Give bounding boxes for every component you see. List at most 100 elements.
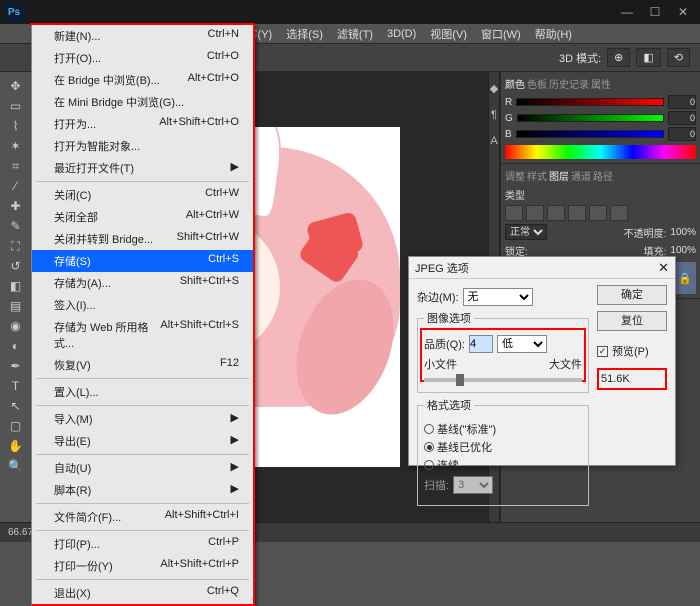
- collapsed-icon-1[interactable]: ◆: [490, 82, 498, 95]
- file-menu-item[interactable]: 存储为 Web 所用格式...Alt+Shift+Ctrl+S: [32, 316, 253, 354]
- dialog-close-button[interactable]: ✕: [658, 260, 669, 276]
- adj-6[interactable]: [610, 205, 628, 221]
- blur-tool[interactable]: ◉: [4, 316, 28, 336]
- close-button[interactable]: ✕: [670, 3, 696, 21]
- options-3d-btn3[interactable]: ⟲: [667, 48, 690, 67]
- shape-tool[interactable]: ▢: [4, 416, 28, 436]
- tab-swatches[interactable]: 色板: [527, 76, 547, 91]
- preview-checkbox[interactable]: ✓: [597, 346, 608, 357]
- adj-3[interactable]: [547, 205, 565, 221]
- window-controls: — ☐ ✕: [614, 3, 696, 21]
- tab-properties[interactable]: 属性: [591, 76, 611, 91]
- value-b[interactable]: [668, 127, 696, 141]
- collapsed-icon-3[interactable]: A: [490, 135, 497, 147]
- file-menu-item[interactable]: 退出(X)Ctrl+Q: [32, 582, 253, 604]
- tab-styles[interactable]: 样式: [527, 168, 547, 183]
- file-menu-item[interactable]: 存储为(A)...Shift+Ctrl+S: [32, 272, 253, 294]
- stamp-tool[interactable]: ⛶: [4, 236, 28, 256]
- wand-tool[interactable]: ✶: [4, 136, 28, 156]
- file-menu-item[interactable]: 关闭全部Alt+Ctrl+W: [32, 206, 253, 228]
- marquee-tool[interactable]: ▭: [4, 96, 28, 116]
- adj-4[interactable]: [568, 205, 586, 221]
- file-menu-item[interactable]: 打开为智能对象...: [32, 135, 253, 157]
- quality-preset-select[interactable]: 低: [497, 335, 547, 353]
- pen-tool[interactable]: ✒: [4, 356, 28, 376]
- menu-window[interactable]: 窗口(W): [474, 24, 528, 44]
- adj-1[interactable]: [505, 205, 523, 221]
- file-menu-item[interactable]: 自动(U)▶: [32, 457, 253, 479]
- scans-label: 扫描:: [424, 477, 449, 493]
- file-menu-item[interactable]: 最近打开文件(T)▶: [32, 157, 253, 179]
- zoom-tool[interactable]: 🔍: [4, 456, 28, 476]
- file-menu-item[interactable]: 新建(N)...Ctrl+N: [32, 25, 253, 47]
- file-menu-item[interactable]: 导入(M)▶: [32, 408, 253, 430]
- tab-adjust[interactable]: 调整: [505, 168, 525, 183]
- file-menu-item[interactable]: 打开为...Alt+Shift+Ctrl+O: [32, 113, 253, 135]
- minimize-button[interactable]: —: [614, 3, 640, 21]
- file-menu-item[interactable]: 签入(I)...: [32, 294, 253, 316]
- radio-progressive[interactable]: 连续: [424, 457, 582, 473]
- file-menu-item[interactable]: 导出(E)▶: [32, 430, 253, 452]
- path-tool[interactable]: ↖: [4, 396, 28, 416]
- quality-input[interactable]: [469, 335, 493, 353]
- cancel-button[interactable]: 复位: [597, 311, 667, 331]
- dodge-tool[interactable]: ◐: [4, 336, 28, 356]
- tab-layers[interactable]: 图层: [549, 168, 569, 183]
- opacity-label: 不透明度:: [624, 225, 667, 240]
- fill-value[interactable]: 100%: [670, 245, 696, 256]
- file-menu-item[interactable]: 在 Mini Bridge 中浏览(G)...: [32, 91, 253, 113]
- menu-3d[interactable]: 3D(D): [380, 26, 423, 42]
- file-menu-item[interactable]: 打印一份(Y)Alt+Shift+Ctrl+P: [32, 555, 253, 577]
- menu-filter[interactable]: 滤镜(T): [330, 24, 380, 44]
- file-menu-item[interactable]: 关闭并转到 Bridge...Shift+Ctrl+W: [32, 228, 253, 250]
- quality-slider[interactable]: [424, 378, 582, 382]
- adj-5[interactable]: [589, 205, 607, 221]
- file-menu-item[interactable]: 脚本(R)▶: [32, 479, 253, 501]
- gradient-tool[interactable]: ▤: [4, 296, 28, 316]
- radio-baseline[interactable]: 基线("标准"): [424, 421, 582, 437]
- menu-select[interactable]: 选择(S): [279, 24, 330, 44]
- ok-button[interactable]: 确定: [597, 285, 667, 305]
- eraser-tool[interactable]: ◧: [4, 276, 28, 296]
- menu-view[interactable]: 视图(V): [423, 24, 474, 44]
- file-menu-item[interactable]: 存储(S)Ctrl+S: [32, 250, 253, 272]
- slider-b[interactable]: [516, 130, 664, 138]
- matte-select[interactable]: 无: [463, 288, 533, 306]
- tab-paths[interactable]: 路径: [593, 168, 613, 183]
- collapsed-icon-2[interactable]: ¶: [491, 109, 497, 121]
- crop-tool[interactable]: ⌗: [4, 156, 28, 176]
- radio-optimized[interactable]: 基线已优化: [424, 439, 582, 455]
- value-r[interactable]: [668, 95, 696, 109]
- opacity-value[interactable]: 100%: [670, 227, 696, 238]
- menu-help[interactable]: 帮助(H): [528, 24, 579, 44]
- file-menu-item[interactable]: 在 Bridge 中浏览(B)...Alt+Ctrl+O: [32, 69, 253, 91]
- small-file-label: 小文件: [424, 356, 457, 372]
- value-g[interactable]: [668, 111, 696, 125]
- file-menu-item[interactable]: 关闭(C)Ctrl+W: [32, 184, 253, 206]
- file-menu-item[interactable]: 恢复(V)F12: [32, 354, 253, 376]
- tab-history[interactable]: 历史记录: [549, 76, 589, 91]
- lasso-tool[interactable]: ⌇: [4, 116, 28, 136]
- adj-2[interactable]: [526, 205, 544, 221]
- tab-channels[interactable]: 通道: [571, 168, 591, 183]
- maximize-button[interactable]: ☐: [642, 3, 668, 21]
- dialog-titlebar[interactable]: JPEG 选项 ✕: [409, 257, 675, 279]
- brush-tool[interactable]: ✎: [4, 216, 28, 236]
- file-menu-item[interactable]: 置入(L)...: [32, 381, 253, 403]
- blend-mode-select[interactable]: 正常: [505, 224, 547, 240]
- file-menu-item[interactable]: 打开(O)...Ctrl+O: [32, 47, 253, 69]
- file-menu-item[interactable]: 文件简介(F)...Alt+Shift+Ctrl+I: [32, 506, 253, 528]
- tab-color[interactable]: 颜色: [505, 76, 525, 91]
- hand-tool[interactable]: ✋: [4, 436, 28, 456]
- type-tool[interactable]: T: [4, 376, 28, 396]
- move-tool[interactable]: ✥: [4, 76, 28, 96]
- options-3d-btn1[interactable]: ⊕: [607, 48, 630, 67]
- slider-g[interactable]: [517, 114, 664, 122]
- heal-tool[interactable]: ✚: [4, 196, 28, 216]
- history-brush-tool[interactable]: ↺: [4, 256, 28, 276]
- options-3d-btn2[interactable]: ◧: [636, 48, 660, 67]
- eyedropper-tool[interactable]: ⁄: [4, 176, 28, 196]
- spectrum-bar[interactable]: [505, 145, 696, 159]
- slider-r[interactable]: [516, 98, 664, 106]
- file-menu-item[interactable]: 打印(P)...Ctrl+P: [32, 533, 253, 555]
